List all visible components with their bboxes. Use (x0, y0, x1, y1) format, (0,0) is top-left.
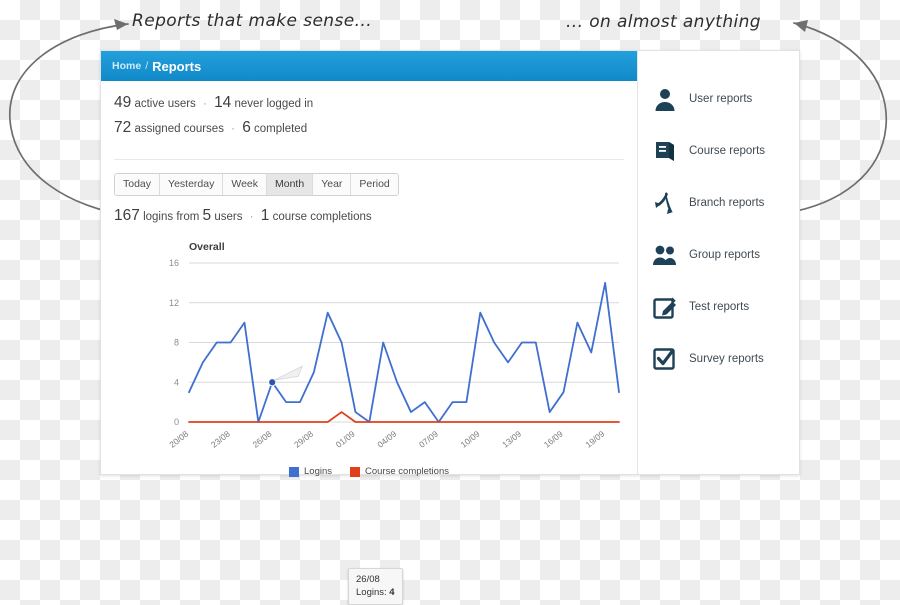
group-icon (652, 242, 678, 268)
legend-item-course-completions[interactable]: Course completions (350, 466, 449, 477)
period-tab-yesterday[interactable]: Yesterday (160, 174, 224, 195)
legend-label: Logins (304, 466, 333, 477)
sidebar-item-label: Test reports (689, 301, 750, 313)
active-users-count: 49 (114, 94, 132, 111)
tooltip-label: Logins: (356, 587, 387, 598)
legend-swatch (350, 466, 361, 477)
legend-swatch (289, 466, 300, 477)
completions-count: 1 (260, 207, 270, 224)
x-axis-tick-label: 26/08 (251, 429, 274, 450)
users-label: users (214, 211, 243, 223)
y-axis-tick-label: 8 (174, 338, 179, 348)
period-tab-today[interactable]: Today (115, 174, 161, 195)
assigned-courses-count: 72 (114, 119, 132, 136)
chart-plot-svg[interactable]: 0 4 8 12 16 20/08 23/08 26/08 29/08 01/09 04/09 07/… (101, 255, 637, 470)
breadcrumb-home-link[interactable]: Home (112, 60, 141, 72)
y-axis-tick-label: 12 (169, 298, 179, 308)
overall-chart: Overall 0 4 8 12 16 20/08 23/08 26/08 29/08 01/09… (101, 241, 637, 605)
x-axis-tick-label: 29/08 (292, 429, 315, 450)
stat-line-users: 49 active users · 14 never logged in (114, 95, 637, 112)
sidebar-item-label: User reports (689, 93, 753, 105)
never-logged-in-count: 14 (214, 94, 232, 111)
x-axis-tick-label: 20/08 (167, 429, 190, 450)
sidebar-item-user-reports[interactable]: User reports (652, 73, 799, 125)
book-icon (652, 138, 678, 164)
user-icon (652, 86, 678, 112)
login-summary-line: 167 logins from 5 users · 1 course compl… (114, 207, 637, 225)
x-axis-tick-label: 07/09 (417, 429, 440, 450)
x-axis-tick-label: 01/09 (334, 429, 357, 450)
branch-icon (652, 190, 678, 216)
x-axis-tick-label: 23/08 (209, 429, 232, 450)
pencil-square-icon (652, 294, 678, 320)
period-tab-week[interactable]: Week (223, 174, 267, 195)
completed-count: 6 (242, 119, 251, 136)
period-tab-group: Today Yesterday Week Month Year Period (114, 173, 399, 196)
breadcrumb-separator: / (145, 60, 149, 72)
legend-label: Course completions (365, 466, 449, 477)
chart-legend: Logins Course completions (101, 466, 637, 477)
active-users-label: active users (134, 98, 196, 110)
x-axis-tick-label: 04/09 (375, 429, 398, 450)
completions-label: course completions (272, 211, 372, 223)
sidebar-item-label: Course reports (689, 145, 766, 157)
tooltip-date: 26/08 (356, 574, 380, 585)
tooltip-pointer (274, 365, 303, 381)
summary-stats: 49 active users · 14 never logged in 72 … (101, 81, 637, 155)
assigned-courses-label: assigned courses (134, 123, 224, 135)
sidebar-item-label: Group reports (689, 249, 760, 261)
logins-label: logins from (143, 211, 200, 223)
sidebar-item-label: Branch reports (689, 197, 765, 209)
sidebar-item-survey-reports[interactable]: Survey reports (652, 333, 799, 385)
logins-count: 167 (114, 207, 140, 224)
checkbox-icon (652, 346, 678, 372)
period-tab-period[interactable]: Period (351, 174, 398, 195)
chart-tooltip: 26/08 Logins: 4 (348, 568, 403, 605)
period-tab-month[interactable]: Month (267, 174, 314, 195)
y-axis-tick-label: 4 (174, 377, 179, 387)
y-axis-tick-label: 16 (169, 258, 179, 268)
period-tab-year[interactable]: Year (313, 174, 352, 195)
breadcrumb-current: Reports (152, 58, 202, 74)
section-divider (114, 159, 624, 160)
users-count: 5 (202, 207, 212, 224)
x-axis-tick-label: 13/09 (500, 429, 523, 450)
stat-separator: · (231, 123, 235, 135)
breadcrumb-bar: Home / Reports (101, 51, 637, 81)
summary-separator: · (249, 211, 254, 223)
sidebar-item-branch-reports[interactable]: Branch reports (652, 177, 799, 229)
report-type-sidebar: User reports Course reports Branch reports… (637, 51, 799, 474)
stat-separator: · (203, 98, 207, 110)
main-content-column: Home / Reports 49 active users · 14 neve… (101, 51, 637, 605)
annotation-left-text: Reports that make sense... (132, 11, 373, 31)
x-axis-tick-label: 10/09 (459, 429, 482, 450)
sidebar-item-group-reports[interactable]: Group reports (652, 229, 799, 281)
stat-line-courses: 72 assigned courses · 6 completed (114, 120, 637, 137)
completed-label: completed (254, 123, 308, 135)
x-axis-tick-label: 16/09 (542, 429, 565, 450)
y-axis-tick-label: 0 (174, 417, 179, 427)
chart-title: Overall (189, 241, 225, 253)
annotation-right-text: ... on almost anything (566, 12, 762, 32)
chart-line-course-completions (188, 411, 620, 423)
sidebar-item-label: Survey reports (689, 353, 764, 365)
legend-item-logins[interactable]: Logins (289, 466, 332, 477)
never-logged-in-label: never logged in (234, 98, 314, 110)
sidebar-item-test-reports[interactable]: Test reports (652, 281, 799, 333)
sidebar-item-course-reports[interactable]: Course reports (652, 125, 799, 177)
reports-app-window: Home / Reports 49 active users · 14 neve… (100, 50, 800, 605)
tooltip-value: 4 (389, 587, 395, 598)
x-axis-tick-label: 19/09 (583, 429, 606, 450)
chart-line-logins (188, 281, 620, 423)
